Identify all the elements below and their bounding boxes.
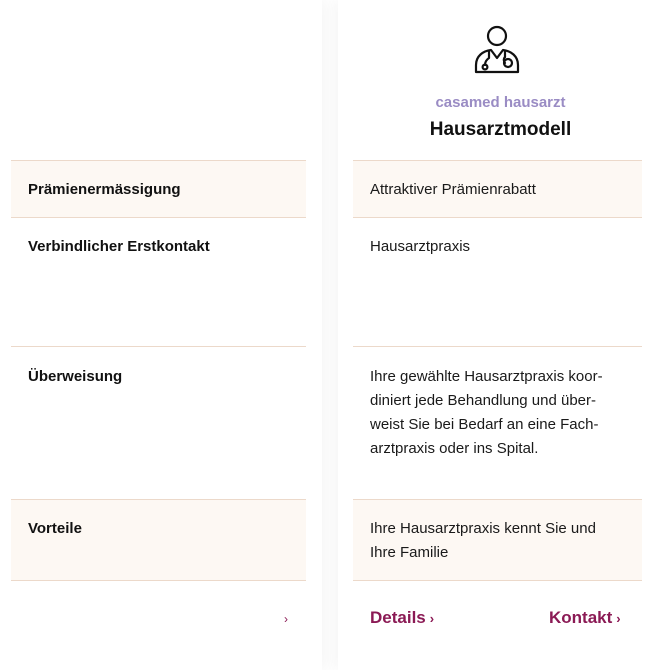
row-value: Hausarztpraxis <box>370 238 471 255</box>
chevron-right-icon: › <box>429 610 435 626</box>
row-value-line: diniert jede Behandlung und über- <box>370 392 597 409</box>
row-value: Attraktiver Prämienrabatt <box>370 181 536 198</box>
row-vorteile-label-cell: Vorteile <box>11 499 306 581</box>
row-label: Überweisung <box>28 368 123 385</box>
row-value-line: Ihre Familie <box>370 544 449 561</box>
row-value: Ihre Hausarztpraxis kennt Sie und Ihre F… <box>370 517 632 565</box>
row-value-line: Ihre Hausarztpraxis kennt Sie und <box>370 520 596 537</box>
row-value-line: arztpraxis oder ins Spital. <box>370 440 539 457</box>
row-ueberweisung-label-cell: Überweisung <box>11 346 306 500</box>
chevron-right-icon: › <box>616 610 621 626</box>
row-value: Ihre gewählte Hausarztpraxis koor- dinie… <box>370 365 632 461</box>
contact-label: Kontakt <box>549 608 613 627</box>
row-praemie-value-cell: Attraktiver Prämienrabatt <box>353 160 642 218</box>
row-value-line: weist Sie bei Bedarf an eine Fach- <box>370 416 599 433</box>
details-label: Details <box>370 608 426 627</box>
row-erstkontakt-label-cell: Verbindlicher Erstkontakt <box>11 218 306 347</box>
contact-link[interactable]: Kontakt › <box>549 608 621 628</box>
row-label: Vorteile <box>28 520 82 537</box>
plan-title: Hausarztmodell <box>429 119 572 140</box>
row-label: Verbindlicher Erstkontakt <box>28 238 210 255</box>
details-link[interactable]: Details › <box>370 608 434 628</box>
plan-brand: casamed hausarzt <box>435 94 566 111</box>
plan-card-header: casamed hausarzt Hausarztmodell <box>338 0 663 160</box>
previous-chevron-icon[interactable]: › <box>284 612 288 626</box>
row-erstkontakt-value-cell: Hausarztpraxis <box>353 218 642 347</box>
row-praemie-label-cell: Prämienermässigung <box>11 160 306 218</box>
doctor-icon <box>474 25 520 74</box>
row-value-line: Ihre gewählte Hausarztpraxis koor- <box>370 368 603 385</box>
row-vorteile-value-cell: Ihre Hausarztpraxis kennt Sie und Ihre F… <box>353 499 642 581</box>
row-ueberweisung-value-cell: Ihre gewählte Hausarztpraxis koor- dinie… <box>353 346 642 500</box>
row-label: Prämienermässigung <box>28 181 181 198</box>
